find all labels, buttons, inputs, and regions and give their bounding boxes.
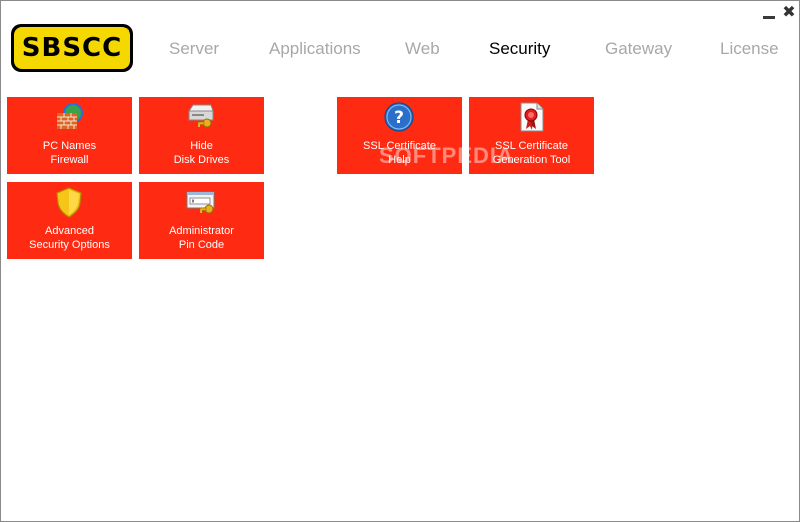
- tab-server[interactable]: Server: [169, 39, 219, 59]
- certificate-ribbon-icon: [520, 102, 544, 132]
- tile-label: SSL Certificate Generation Tool: [469, 139, 594, 167]
- tile-label-line2: Help: [388, 154, 411, 166]
- svg-text:?: ?: [394, 108, 404, 128]
- advanced-security-options-tile[interactable]: Advanced Security Options: [7, 182, 132, 259]
- sbscc-logo: SBSCC ®: [11, 24, 133, 72]
- tile-label-line2: Security Options: [29, 239, 110, 251]
- tile-label-line1: Hide: [190, 140, 213, 152]
- disk-drive-key-icon: [188, 104, 214, 128]
- administrator-pin-code-tile[interactable]: Administrator Pin Code: [139, 182, 264, 259]
- pc-names-firewall-tile[interactable]: PC Names Firewall: [7, 97, 132, 174]
- close-button[interactable]: ✖: [781, 4, 797, 21]
- logo-text: SBSCC: [14, 27, 130, 69]
- tab-security[interactable]: Security: [489, 39, 550, 59]
- tab-gateway[interactable]: Gateway: [605, 39, 672, 59]
- tile-label-line1: Advanced: [45, 225, 94, 237]
- ssl-certificate-generation-tool-tile[interactable]: SSL Certificate Generation Tool: [469, 97, 594, 174]
- registered-mark: ®: [123, 27, 129, 36]
- tile-label-line1: SSL Certificate: [495, 140, 568, 152]
- tab-license[interactable]: License: [720, 39, 779, 59]
- pin-code-key-icon: [186, 191, 215, 214]
- tab-web[interactable]: Web: [405, 39, 440, 59]
- tile-label: Hide Disk Drives: [139, 139, 264, 167]
- tab-applications[interactable]: Applications: [269, 39, 361, 59]
- tile-label-line2: Pin Code: [178, 239, 225, 251]
- tile-label-line1: SSL Certificate: [363, 140, 436, 152]
- main-window: ✖ SBSCC ® Server Applications Web Securi…: [0, 0, 800, 522]
- tile-label-line2: Generation Tool: [492, 154, 571, 166]
- tile-label-line2: Firewall: [50, 154, 89, 166]
- tile-label-line2: Disk Drives: [173, 154, 230, 166]
- tile-label-line1: PC Names: [42, 140, 97, 152]
- tile-label: Advanced Security Options: [7, 224, 132, 252]
- minimize-button[interactable]: [761, 5, 777, 21]
- tile-label: PC Names Firewall: [7, 139, 132, 167]
- ssl-certificate-help-tile[interactable]: ? SSL Certificate Help: [337, 97, 462, 174]
- blue-question-icon: ?: [384, 102, 414, 132]
- hide-disk-drives-tile[interactable]: Hide Disk Drives: [139, 97, 264, 174]
- yellow-shield-icon: [56, 187, 82, 218]
- tile-label: Administrator Pin Code: [139, 224, 264, 252]
- tile-label: SSL Certificate Help: [337, 139, 462, 167]
- tile-label-line1: Administrator: [169, 225, 234, 237]
- brick-firewall-globe-icon: [57, 103, 83, 129]
